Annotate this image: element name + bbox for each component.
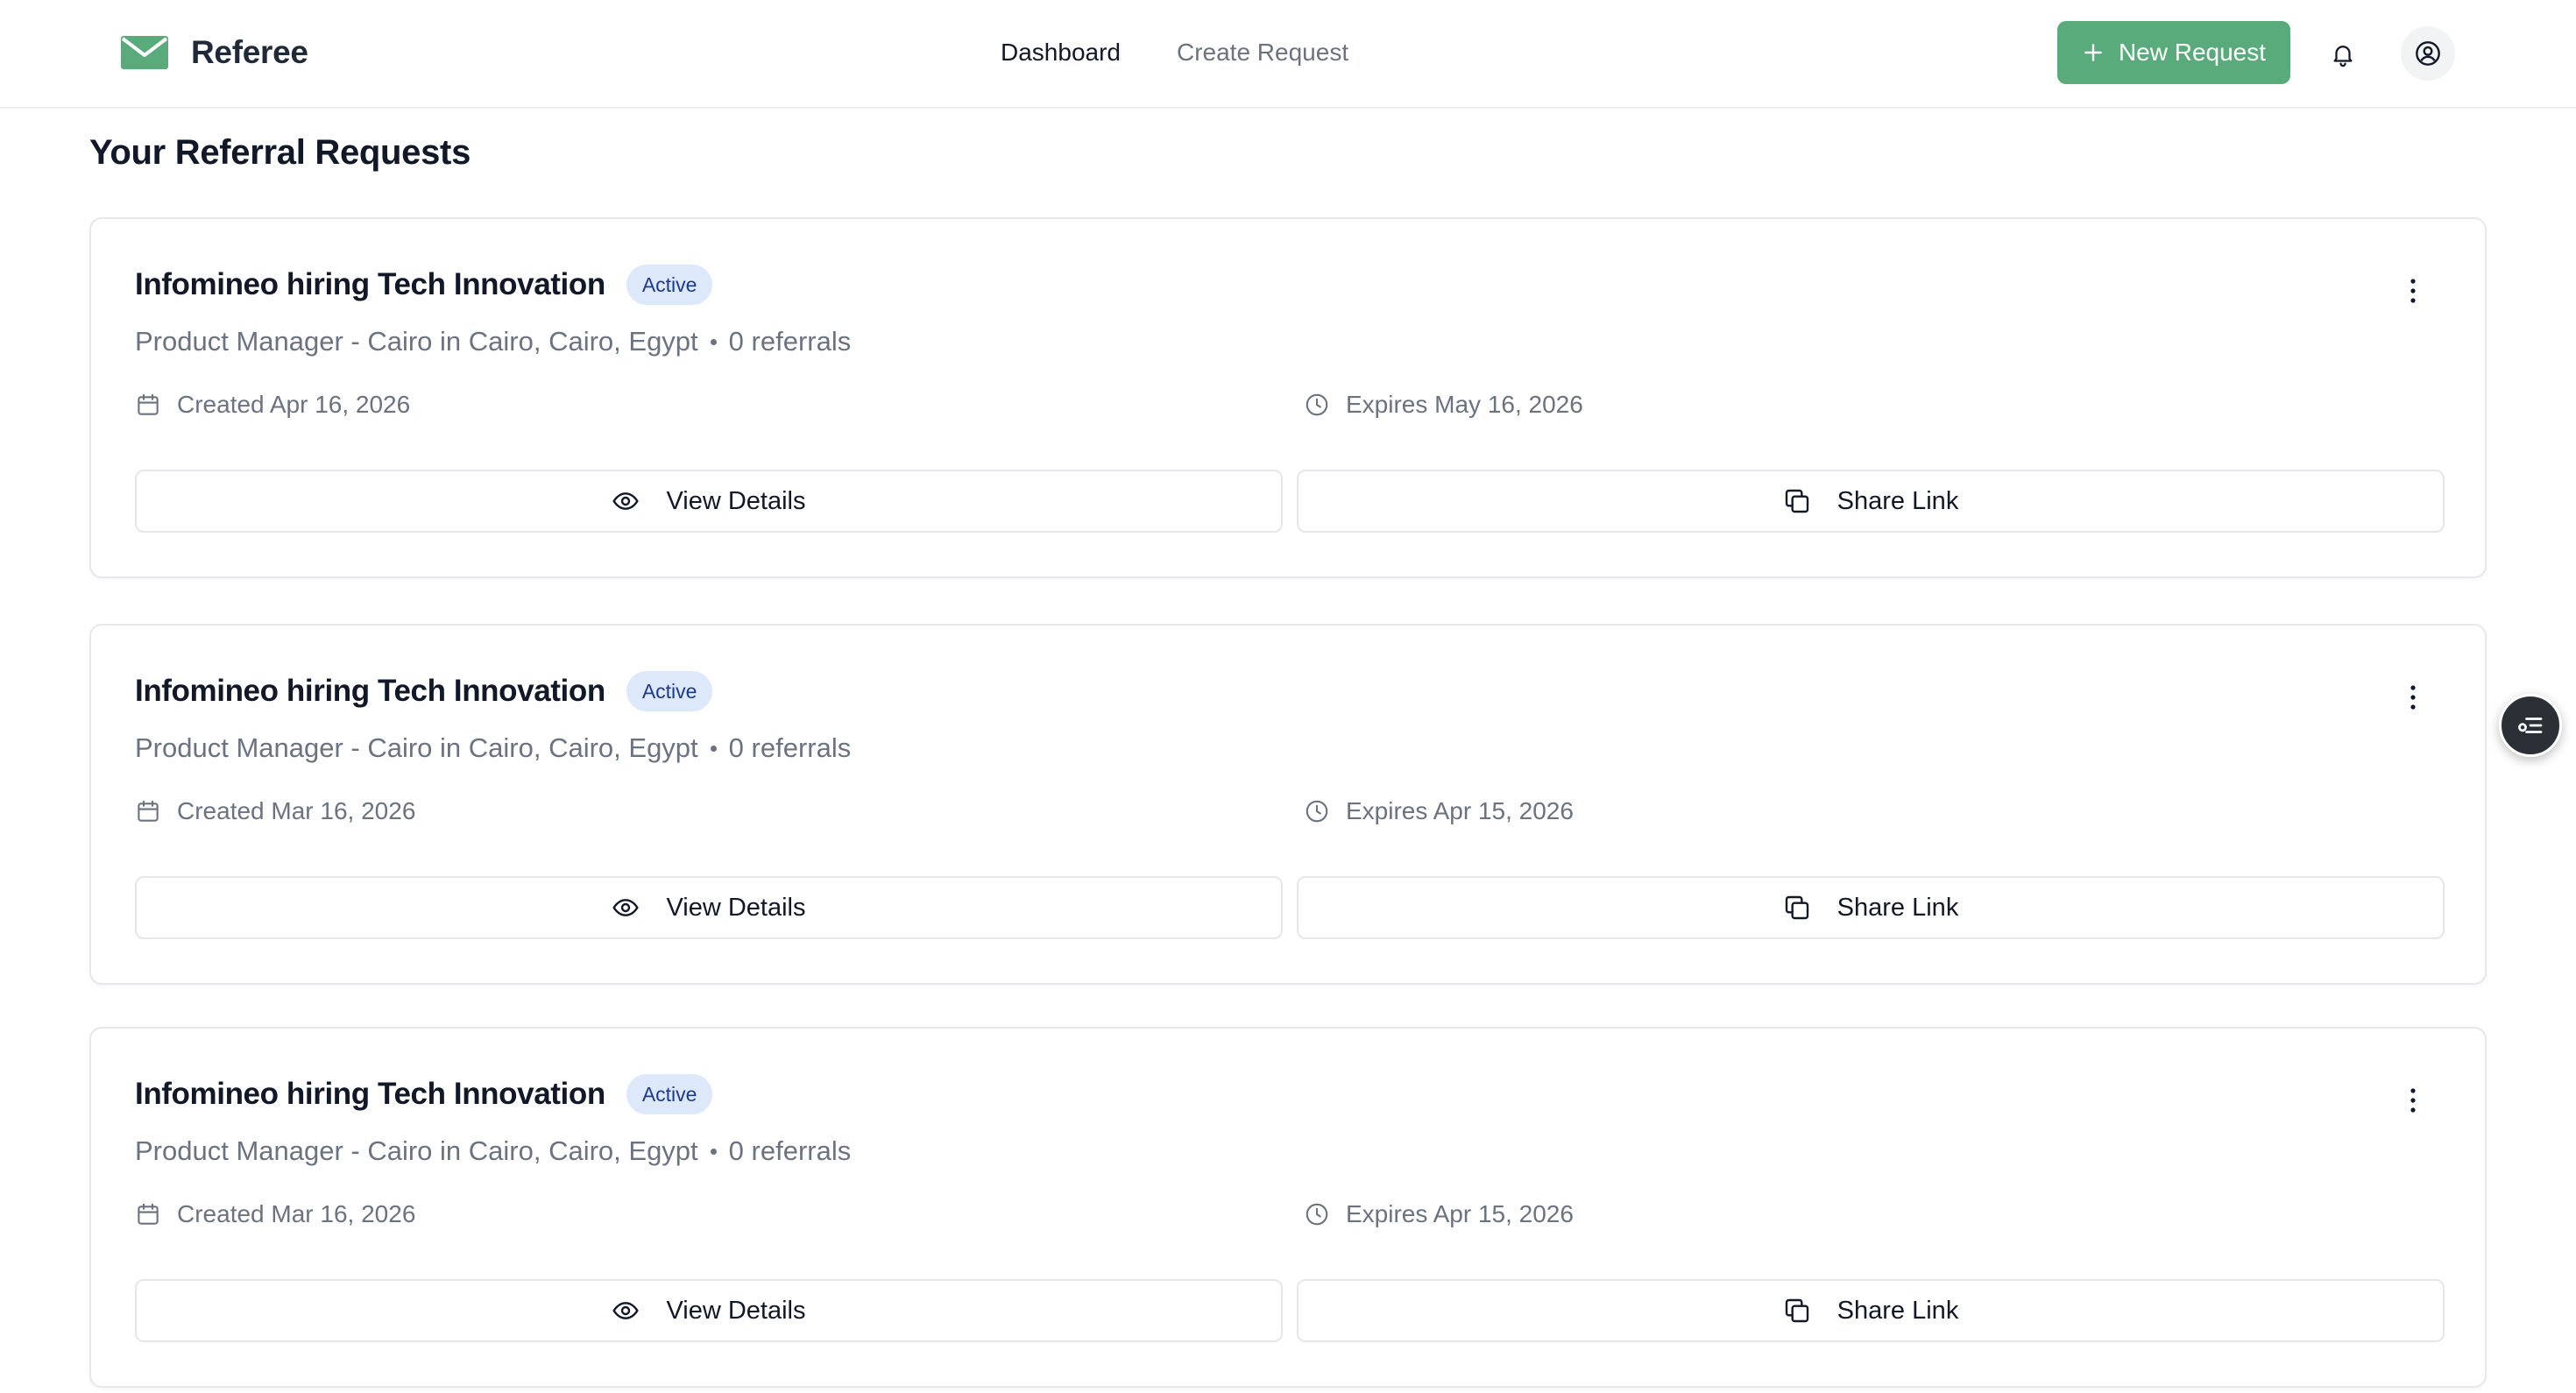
more-options-button[interactable] — [2396, 680, 2431, 715]
referral-count: 0 referrals — [728, 732, 852, 763]
more-vertical-icon — [2410, 685, 2416, 710]
created-date: Created Mar 16, 2026 — [135, 797, 415, 825]
eye-icon — [612, 492, 640, 510]
bell-icon — [2333, 46, 2353, 67]
new-request-button[interactable]: New Request — [2057, 21, 2290, 84]
view-details-button[interactable]: View Details — [135, 876, 1283, 939]
account-button[interactable] — [2401, 26, 2455, 81]
request-subtitle: Product Manager - Cairo in Cairo, Cairo,… — [135, 1135, 851, 1167]
created-text: Created Mar 16, 2026 — [177, 1200, 416, 1227]
user-circle-icon — [2416, 41, 2440, 66]
clock-icon — [1306, 800, 1328, 823]
envelope-icon — [121, 36, 168, 69]
share-link-label: Share Link — [1836, 486, 1959, 515]
clock-icon — [1306, 1203, 1328, 1226]
copy-icon — [1785, 489, 1808, 513]
request-card: Infomineo hiring Tech Innovation Active … — [89, 1027, 2487, 1388]
share-link-label: Share Link — [1836, 893, 1959, 922]
share-link-button[interactable]: Share Link — [1297, 470, 2445, 533]
floating-action-button[interactable] — [2499, 694, 2562, 757]
more-vertical-icon — [2410, 279, 2416, 303]
referral-count: 0 referrals — [728, 326, 852, 357]
nav-dashboard[interactable]: Dashboard — [1001, 33, 1121, 72]
view-details-button[interactable]: View Details — [135, 1279, 1283, 1342]
nav-create-request[interactable]: Create Request — [1177, 33, 1348, 72]
eye-icon — [612, 899, 640, 916]
share-link-button[interactable]: Share Link — [1297, 1279, 2445, 1342]
role-location: Product Manager - Cairo in Cairo, Cairo,… — [135, 732, 698, 763]
request-title: Infomineo hiring Tech Innovation — [135, 267, 605, 301]
request-subtitle: Product Manager - Cairo in Cairo, Cairo,… — [135, 732, 851, 764]
referral-count: 0 referrals — [728, 1135, 852, 1166]
share-link-label: Share Link — [1836, 1296, 1959, 1325]
view-details-label: View Details — [666, 486, 806, 515]
separator-dot — [710, 338, 717, 345]
calendar-icon — [138, 800, 159, 822]
new-request-label: New Request — [2118, 39, 2267, 66]
role-location: Product Manager - Cairo in Cairo, Cairo,… — [135, 1135, 698, 1166]
expires-text: Expires Apr 15, 2026 — [1346, 1200, 1574, 1227]
list-filter-icon — [2518, 718, 2543, 733]
copy-icon — [1785, 895, 1808, 920]
separator-dot — [710, 1148, 717, 1155]
view-details-label: View Details — [666, 1296, 806, 1325]
status-badge: Active — [626, 265, 713, 305]
view-details-label: View Details — [666, 893, 806, 922]
notifications-button[interactable] — [2320, 32, 2366, 77]
request-card: Infomineo hiring Tech Innovation Active … — [89, 624, 2487, 985]
status-badge: Active — [626, 1074, 713, 1114]
copy-icon — [1785, 1298, 1808, 1323]
role-location: Product Manager - Cairo in Cairo, Cairo,… — [135, 326, 698, 357]
more-options-button[interactable] — [2396, 273, 2431, 308]
created-date: Created Mar 16, 2026 — [135, 1200, 415, 1228]
expires-text: Expires May 16, 2026 — [1346, 391, 1583, 418]
created-text: Created Apr 16, 2026 — [177, 391, 411, 418]
view-details-button[interactable]: View Details — [135, 470, 1283, 533]
brand[interactable]: Referee — [121, 30, 308, 75]
status-badge: Active — [626, 671, 713, 711]
plus-icon — [2084, 44, 2102, 61]
share-link-button[interactable]: Share Link — [1297, 876, 2445, 939]
clock-icon — [1306, 393, 1328, 416]
created-date: Created Apr 16, 2026 — [135, 391, 410, 419]
more-options-button[interactable] — [2396, 1083, 2431, 1118]
eye-icon — [612, 1302, 640, 1319]
created-text: Created Mar 16, 2026 — [177, 797, 416, 824]
expiry-date: Expires Apr 15, 2026 — [1304, 1200, 1574, 1228]
expires-text: Expires Apr 15, 2026 — [1346, 797, 1574, 824]
brand-name: Referee — [191, 34, 308, 70]
calendar-icon — [138, 1203, 159, 1225]
separator-dot — [710, 745, 717, 752]
request-card: Infomineo hiring Tech Innovation Active … — [89, 217, 2487, 578]
page-title: Your Referral Requests — [89, 133, 471, 172]
more-vertical-icon — [2410, 1088, 2416, 1113]
expiry-date: Expires May 16, 2026 — [1304, 391, 1583, 419]
calendar-icon — [138, 393, 159, 415]
main-nav: Dashboard Create Request — [1001, 33, 1348, 72]
request-subtitle: Product Manager - Cairo in Cairo, Cairo,… — [135, 326, 851, 357]
request-title: Infomineo hiring Tech Innovation — [135, 674, 605, 708]
request-title: Infomineo hiring Tech Innovation — [135, 1077, 605, 1111]
top-navbar: Referee Dashboard Create Request New Req… — [0, 0, 2576, 109]
expiry-date: Expires Apr 15, 2026 — [1304, 797, 1574, 825]
